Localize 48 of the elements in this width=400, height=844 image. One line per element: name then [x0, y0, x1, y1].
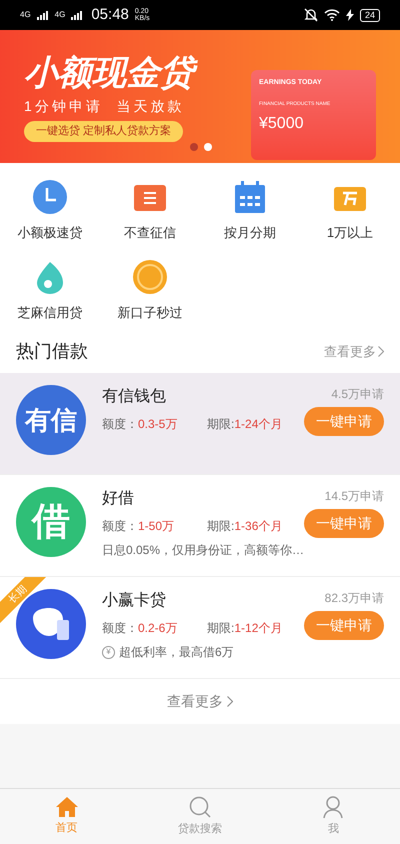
category-item[interactable]: 不查征信 — [100, 179, 200, 242]
banner-subtitle: 1分钟申请 当天放款 — [24, 97, 186, 116]
loan-card[interactable]: 长期 小赢卡贷 额度：0.2-6万 期限:1-12个月 ¥ 超低利率，最高借6万 82.3万申请 一键申请 — [0, 577, 400, 679]
network-label: 4G — [54, 11, 66, 19]
applicant-count: 4.5万申请 — [331, 386, 384, 403]
term-text: 期限:1-24个月 — [207, 416, 282, 433]
banner-pill: 一键选贷 定制私人贷款方案 — [24, 121, 184, 142]
category-item[interactable]: 按月分期 — [200, 179, 300, 242]
loan-logo: 借 — [16, 487, 86, 557]
home-icon — [54, 796, 79, 818]
loan-card[interactable]: 有信 有信钱包 额度：0.3-5万 期限:1-24个月 4.5万申请 一键申请 — [0, 373, 400, 475]
category-item[interactable]: 1万以上 — [300, 179, 400, 242]
applicant-count: 82.3万申请 — [324, 590, 384, 607]
charging-icon — [346, 9, 354, 21]
clock-icon — [32, 179, 68, 215]
card-amount: ¥5000 — [259, 114, 304, 134]
limit-text: 额度：0.2-6万 — [102, 620, 178, 637]
yuan-icon: ¥ — [102, 646, 115, 658]
category-item[interactable]: 芝麻信用贷 — [0, 258, 100, 322]
network-label: 4G — [20, 11, 31, 19]
more-link[interactable]: 查看更多 — [167, 691, 233, 712]
category-item[interactable]: 小额极速贷 — [0, 179, 100, 242]
loan-description: 超低利率，最高借6万 — [119, 644, 234, 661]
signal-icon — [36, 10, 49, 20]
mute-icon — [304, 8, 318, 22]
wifi-icon — [324, 9, 340, 21]
search-icon — [188, 795, 212, 820]
term-text: 期限:1-36个月 — [207, 518, 282, 535]
applicant-count: 14.5万申请 — [324, 488, 384, 505]
section-title: 热门借款 — [16, 340, 88, 363]
limit-text: 额度：0.3-5万 — [102, 416, 178, 433]
loan-logo: 有信 — [16, 385, 86, 455]
loan-name: 好借 — [102, 489, 134, 509]
badge-icon — [132, 258, 168, 294]
loan-name: 小赢卡贷 — [102, 590, 166, 611]
signal-icon — [71, 10, 84, 20]
loan-name: 有信钱包 — [102, 387, 166, 407]
chevron-icon — [378, 346, 384, 357]
term-text: 期限:1-12个月 — [207, 620, 282, 637]
user-icon — [322, 795, 344, 820]
chevron-icon — [227, 696, 233, 707]
limit-text: 额度：1-50万 — [102, 518, 176, 535]
clock-time: 05:48 — [91, 4, 129, 25]
banner-title: 小额现金贷 — [24, 54, 224, 92]
loan-description: 日息0.05%，仅用身份证，高额等你… — [102, 542, 304, 559]
category-item[interactable]: 新口子秒过 — [100, 258, 200, 322]
calendar-icon — [232, 179, 268, 215]
battery-indicator: 24 — [360, 8, 380, 22]
